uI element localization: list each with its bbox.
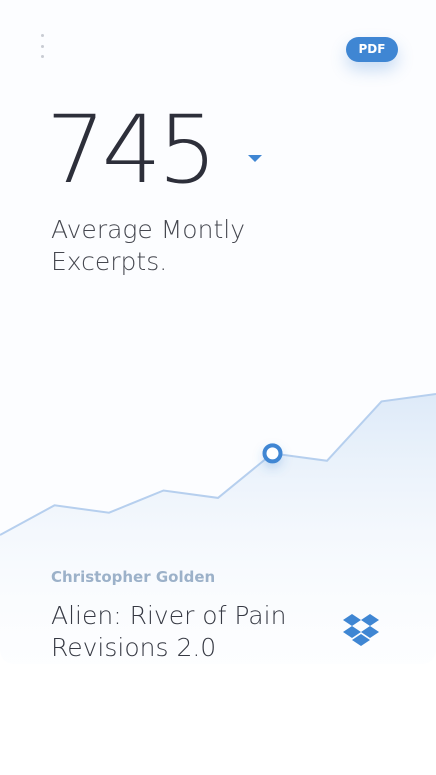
menu-dot xyxy=(40,34,44,37)
menu-dot xyxy=(40,55,44,58)
metric-value: 745 xyxy=(46,96,217,205)
screen: PDF 745 Average Montly Excerpts. Christo… xyxy=(0,0,436,775)
menu-dot xyxy=(40,44,44,48)
dropbox-icon[interactable] xyxy=(342,612,380,648)
chart-points xyxy=(262,443,283,464)
stats-card: PDF 745 Average Montly Excerpts. Christo… xyxy=(0,0,436,664)
author-name: Christopher Golden xyxy=(51,568,216,586)
pdf-export-button[interactable]: PDF xyxy=(346,37,398,62)
book-title: Alien: River of Pain Revisions 2.0 xyxy=(51,601,287,662)
more-vertical-icon[interactable] xyxy=(34,34,50,58)
chart-highlight-point[interactable] xyxy=(262,443,283,464)
metric-label: Average Montly Excerpts. xyxy=(51,215,245,276)
caret-down-icon[interactable] xyxy=(248,155,262,162)
